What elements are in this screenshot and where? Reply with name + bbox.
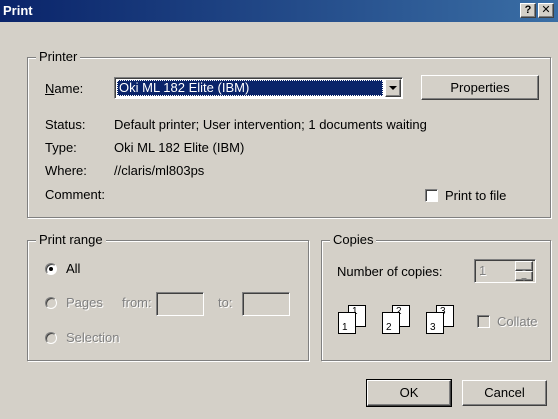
spin-down-icon <box>521 278 527 281</box>
from-input[interactable] <box>156 292 204 316</box>
page-icon: 2 <box>382 312 400 334</box>
all-radio[interactable] <box>45 263 57 275</box>
printer-dropdown-button[interactable] <box>385 79 401 97</box>
type-value: Oki ML 182 Elite (IBM) <box>114 140 245 155</box>
where-label: Where: <box>45 163 87 178</box>
properties-button[interactable]: Properties <box>421 75 539 100</box>
selection-label: Selection <box>66 330 120 345</box>
page-icon: 3 <box>426 312 444 334</box>
all-label: All <box>66 261 81 276</box>
properties-label: Properties <box>450 80 510 95</box>
collate-checkbox[interactable] <box>477 315 490 328</box>
collate-label: Collate <box>497 314 538 329</box>
spin-up-button[interactable] <box>515 261 533 272</box>
window-title: Print <box>3 3 33 18</box>
printer-group-title: Printer <box>36 50 81 64</box>
spin-down-button[interactable] <box>515 271 533 281</box>
copies-spinner[interactable]: 1 <box>474 259 536 283</box>
number-of-copies-label: Number of copies: <box>337 264 443 279</box>
to-label: to: <box>218 295 233 310</box>
cancel-label: Cancel <box>484 385 525 400</box>
comment-label: Comment: <box>45 187 105 202</box>
ok-button[interactable]: OK <box>366 379 452 407</box>
close-button[interactable]: ✕ <box>538 3 554 18</box>
to-input[interactable] <box>242 292 290 316</box>
print-range-group-title: Print range <box>36 233 106 247</box>
print-to-file-label: Print to file <box>445 188 507 203</box>
selection-radio[interactable] <box>45 332 57 344</box>
printer-name-value: Oki ML 182 Elite (IBM) <box>117 80 383 96</box>
status-label: Status: <box>45 117 86 132</box>
type-label: Type: <box>45 140 77 155</box>
cancel-button[interactable]: Cancel <box>462 380 547 406</box>
name-label: Name: <box>45 81 84 96</box>
help-button[interactable]: ? <box>520 3 536 18</box>
print-to-file-checkbox[interactable] <box>425 189 438 202</box>
copies-group-title: Copies <box>330 233 377 247</box>
chevron-down-icon <box>389 86 397 90</box>
from-label: from: <box>122 295 152 310</box>
page-icon: 1 <box>338 312 356 334</box>
pages-label: Pages <box>66 295 103 310</box>
title-bar: Print ? ✕ <box>0 0 558 22</box>
copies-value: 1 <box>479 263 487 278</box>
ok-label: OK <box>399 385 419 400</box>
printer-name-combo[interactable]: Oki ML 182 Elite (IBM) <box>114 77 403 99</box>
pages-radio[interactable] <box>45 297 57 309</box>
status-value: Default printer; User intervention; 1 do… <box>114 117 427 132</box>
where-value: //claris/ml803ps <box>114 163 205 178</box>
